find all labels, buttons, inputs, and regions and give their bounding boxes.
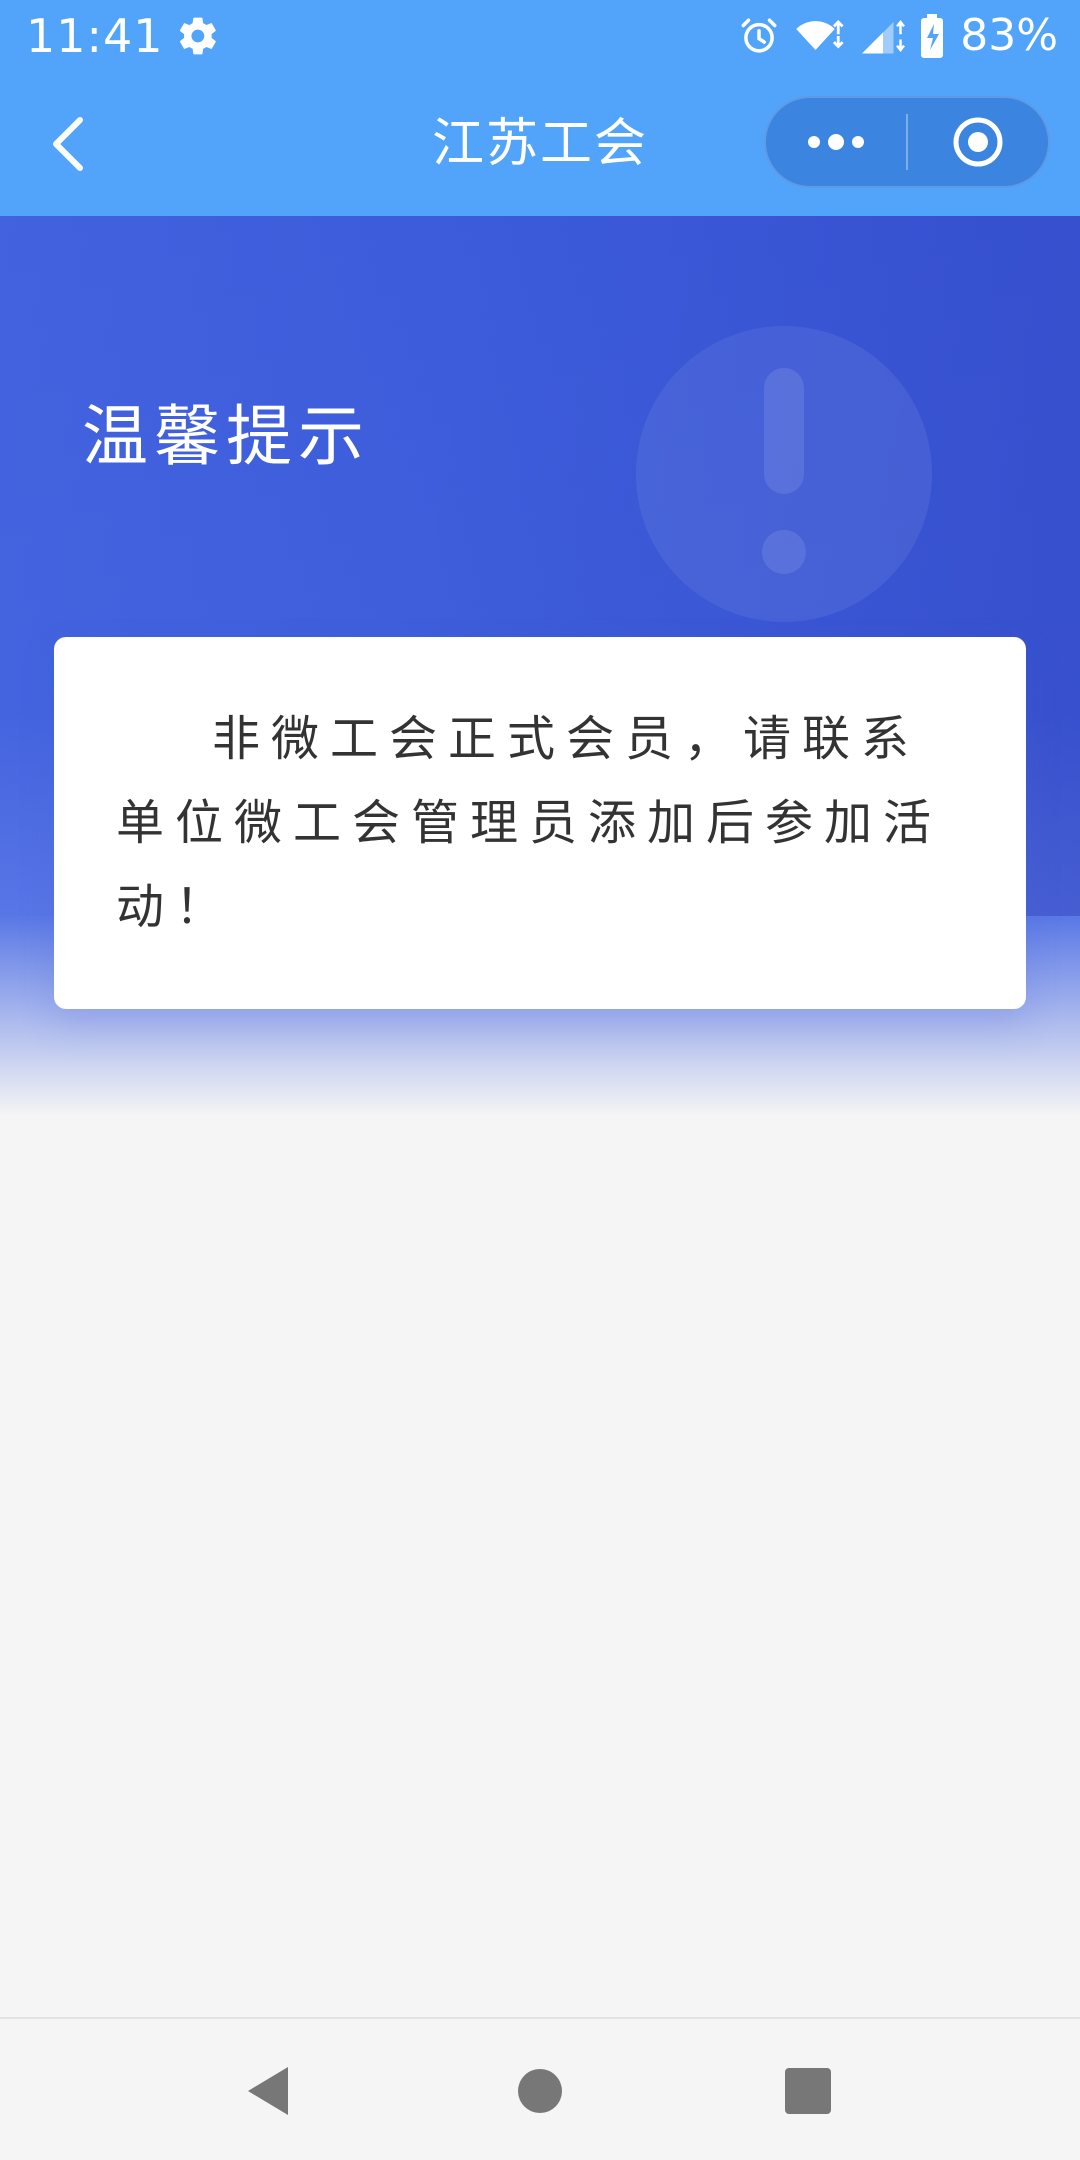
message-card: 非微工会正式会员，请联系单位微工会管理员添加后参加活动！ bbox=[54, 637, 1026, 1009]
more-dots-icon bbox=[808, 134, 864, 150]
capsule-menu bbox=[764, 96, 1050, 188]
battery-icon bbox=[921, 14, 944, 58]
system-nav-bar bbox=[0, 2017, 1080, 2160]
gear-icon bbox=[179, 17, 216, 55]
wifi-icon bbox=[796, 20, 844, 50]
nav-recents-icon bbox=[785, 2068, 831, 2114]
screen: 11:41 83% 江苏工会 温馨提示 非微工会正式会员，请联系单位微工会管理员… bbox=[0, 0, 1080, 2160]
signal-icon bbox=[862, 20, 906, 54]
nav-recents-button[interactable] bbox=[776, 2059, 840, 2123]
close-miniprogram-button[interactable] bbox=[908, 98, 1048, 186]
message-text: 非微工会正式会员，请联系单位微工会管理员添加后参加活动！ bbox=[116, 711, 943, 935]
battery-percent: 83% bbox=[960, 10, 1058, 61]
notice-heading: 温馨提示 bbox=[82, 398, 370, 475]
title-bar: 江苏工会 bbox=[0, 72, 1080, 216]
nav-back-button[interactable] bbox=[236, 2059, 300, 2123]
back-button[interactable] bbox=[36, 112, 100, 176]
more-button[interactable] bbox=[766, 98, 906, 186]
alarm-icon bbox=[741, 18, 777, 53]
chevron-left-icon bbox=[53, 117, 83, 171]
status-icons: 83% bbox=[738, 10, 1058, 62]
nav-home-button[interactable] bbox=[508, 2059, 572, 2123]
status-time: 11:41 bbox=[26, 9, 164, 63]
nav-back-icon bbox=[248, 2067, 288, 2115]
nav-home-icon bbox=[518, 2069, 562, 2113]
target-close-icon bbox=[953, 117, 1003, 167]
exclamation-circle-icon bbox=[636, 326, 932, 622]
page-title: 江苏工会 bbox=[431, 114, 648, 174]
status-bar: 11:41 83% bbox=[0, 0, 1080, 72]
